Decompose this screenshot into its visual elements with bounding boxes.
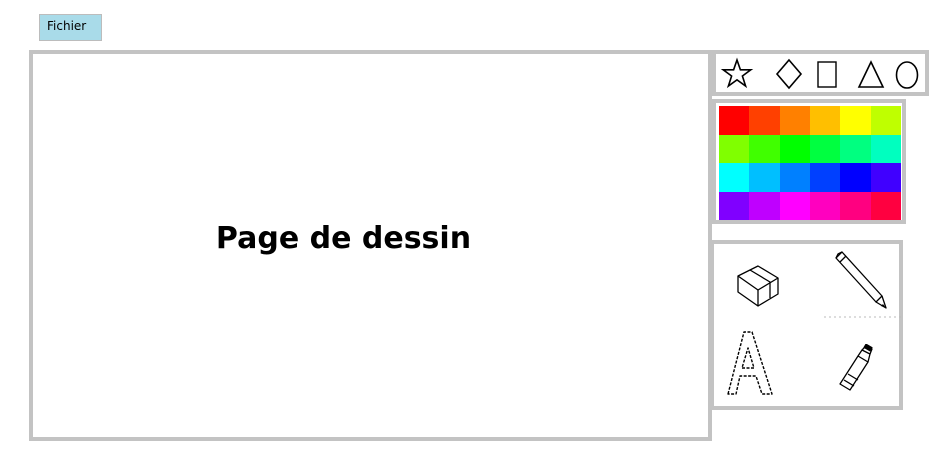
color-swatch[interactable]: [810, 191, 841, 220]
color-swatch[interactable]: [749, 191, 780, 220]
shapes-toolbar: [712, 50, 929, 96]
color-swatch[interactable]: [779, 134, 810, 163]
color-swatch[interactable]: [779, 163, 810, 192]
eraser-tool-button[interactable]: [728, 260, 784, 312]
color-swatch[interactable]: [870, 134, 901, 163]
drawing-canvas[interactable]: Page de dessin: [29, 50, 712, 441]
star-shape-button[interactable]: [720, 57, 754, 91]
color-swatch[interactable]: [840, 191, 871, 220]
rectangle-icon: [817, 61, 837, 88]
canvas-title: Page de dessin: [215, 221, 472, 256]
rectangle-shape-button[interactable]: [810, 57, 844, 91]
file-menu-button[interactable]: Fichier: [39, 14, 102, 41]
paint-tube-icon: [839, 344, 873, 391]
color-swatch[interactable]: [779, 106, 810, 135]
diamond-icon: [775, 58, 803, 90]
color-swatch[interactable]: [870, 163, 901, 192]
color-swatch[interactable]: [810, 134, 841, 163]
color-swatch[interactable]: [719, 191, 750, 220]
color-palette: [712, 99, 906, 224]
color-swatches: [719, 106, 901, 220]
color-swatch[interactable]: [779, 191, 810, 220]
color-swatch[interactable]: [719, 163, 750, 192]
color-swatch[interactable]: [870, 106, 901, 135]
text-letter-a-icon: [727, 331, 773, 395]
color-swatch[interactable]: [840, 134, 871, 163]
triangle-shape-button[interactable]: [854, 57, 888, 91]
color-swatch[interactable]: [719, 134, 750, 163]
color-swatch[interactable]: [749, 106, 780, 135]
color-swatch[interactable]: [870, 191, 901, 220]
pencil-icon: [824, 251, 904, 318]
color-swatch[interactable]: [719, 106, 750, 135]
ellipse-icon: [895, 61, 919, 89]
color-swatch[interactable]: [810, 163, 841, 192]
color-swatch[interactable]: [810, 106, 841, 135]
eraser-icon: [737, 265, 779, 307]
paint-tube-tool-button[interactable]: [836, 344, 876, 394]
ellipse-shape-button[interactable]: [890, 57, 924, 91]
triangle-icon: [857, 60, 885, 88]
color-swatch[interactable]: [749, 163, 780, 192]
pencil-tool-button[interactable]: [824, 246, 904, 318]
color-swatch[interactable]: [840, 106, 871, 135]
color-swatch[interactable]: [749, 134, 780, 163]
color-swatch[interactable]: [840, 163, 871, 192]
tools-panel: [710, 240, 904, 410]
diamond-shape-button[interactable]: [772, 57, 806, 91]
text-tool-button[interactable]: [722, 328, 778, 398]
star-icon: [720, 57, 754, 89]
